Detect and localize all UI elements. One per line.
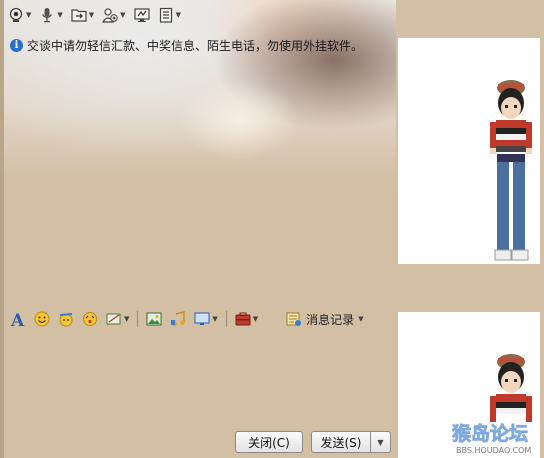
security-notice: i 交谈中请勿轻信汇款、中奖信息、陌生电话，勿使用外挂软件。	[10, 37, 363, 54]
webcam-button[interactable]: ▼	[6, 4, 33, 26]
add-contact-button[interactable]: ▼	[100, 4, 127, 26]
toolbox-button[interactable]: ▼	[233, 308, 260, 330]
webcam-icon	[9, 7, 23, 22]
remote-assist-button[interactable]	[132, 4, 152, 26]
emoticon-icon	[34, 311, 50, 327]
chevron-down-icon: ▼	[26, 11, 32, 19]
screenshot-icon	[106, 313, 121, 325]
notepad-button[interactable]: ▼	[156, 4, 183, 26]
shake-icon	[83, 312, 97, 326]
emoticon-button[interactable]	[32, 308, 52, 330]
image-icon	[146, 312, 162, 326]
music-icon	[171, 311, 186, 327]
chevron-down-icon: ▼	[358, 315, 364, 323]
send-button[interactable]: 发送(S)	[311, 431, 371, 453]
shake-button[interactable]	[80, 308, 100, 330]
screenshot-button[interactable]: ▼	[104, 308, 131, 330]
info-icon: i	[10, 39, 23, 52]
close-button[interactable]: 关闭(C)	[235, 431, 303, 453]
magic-emoticon-icon	[59, 313, 73, 327]
voice-button[interactable]: ▼	[37, 4, 64, 26]
toolbar-divider	[225, 311, 227, 327]
message-history-button[interactable]: 消息记录 ▼	[286, 311, 364, 328]
contact-avatar-figure	[490, 80, 532, 261]
font-icon: A	[10, 311, 25, 327]
chevron-down-icon: ▼	[252, 315, 259, 323]
chevron-down-icon: ▼	[124, 315, 130, 323]
screen-share-button[interactable]: ▼	[192, 308, 219, 330]
chevron-down-icon: ▼	[212, 315, 218, 323]
svg-text:A: A	[10, 311, 25, 327]
message-history-label: 消息记录	[306, 312, 355, 327]
message-history-icon	[286, 312, 302, 326]
chevron-down-icon: ▼	[377, 437, 384, 447]
microphone-icon	[42, 8, 53, 23]
screen-share-icon	[194, 312, 210, 325]
add-contact-icon	[102, 8, 118, 23]
file-transfer-icon	[71, 9, 87, 22]
chevron-down-icon: ▼	[88, 11, 95, 19]
send-image-button[interactable]	[144, 308, 164, 330]
font-button[interactable]: A	[8, 308, 28, 330]
self-avatar-panel	[398, 312, 540, 458]
magic-emoticon-button[interactable]	[56, 308, 76, 330]
file-transfer-button[interactable]: ▼	[69, 4, 96, 26]
chat-background-photo	[4, 0, 396, 180]
security-notice-text: 交谈中请勿轻信汇款、中奖信息、陌生电话，勿使用外挂软件。	[27, 39, 364, 53]
notepad-icon	[159, 7, 172, 23]
music-button[interactable]	[168, 308, 188, 330]
chevron-down-icon: ▼	[120, 11, 126, 19]
input-format-toolbar: A ▼ ▼ ▼ 消息记录 ▼	[8, 308, 364, 330]
remote-assist-icon	[133, 8, 150, 22]
toolbox-icon	[235, 312, 251, 326]
send-options-button[interactable]: ▼	[370, 431, 391, 453]
chevron-down-icon: ▼	[175, 11, 181, 19]
chat-toolbar: ▼ ▼ ▼ ▼ ▼	[6, 4, 183, 26]
contact-avatar-panel	[398, 38, 540, 264]
chevron-down-icon: ▼	[57, 11, 63, 19]
self-avatar-figure	[490, 354, 532, 422]
toolbar-divider	[137, 311, 139, 327]
